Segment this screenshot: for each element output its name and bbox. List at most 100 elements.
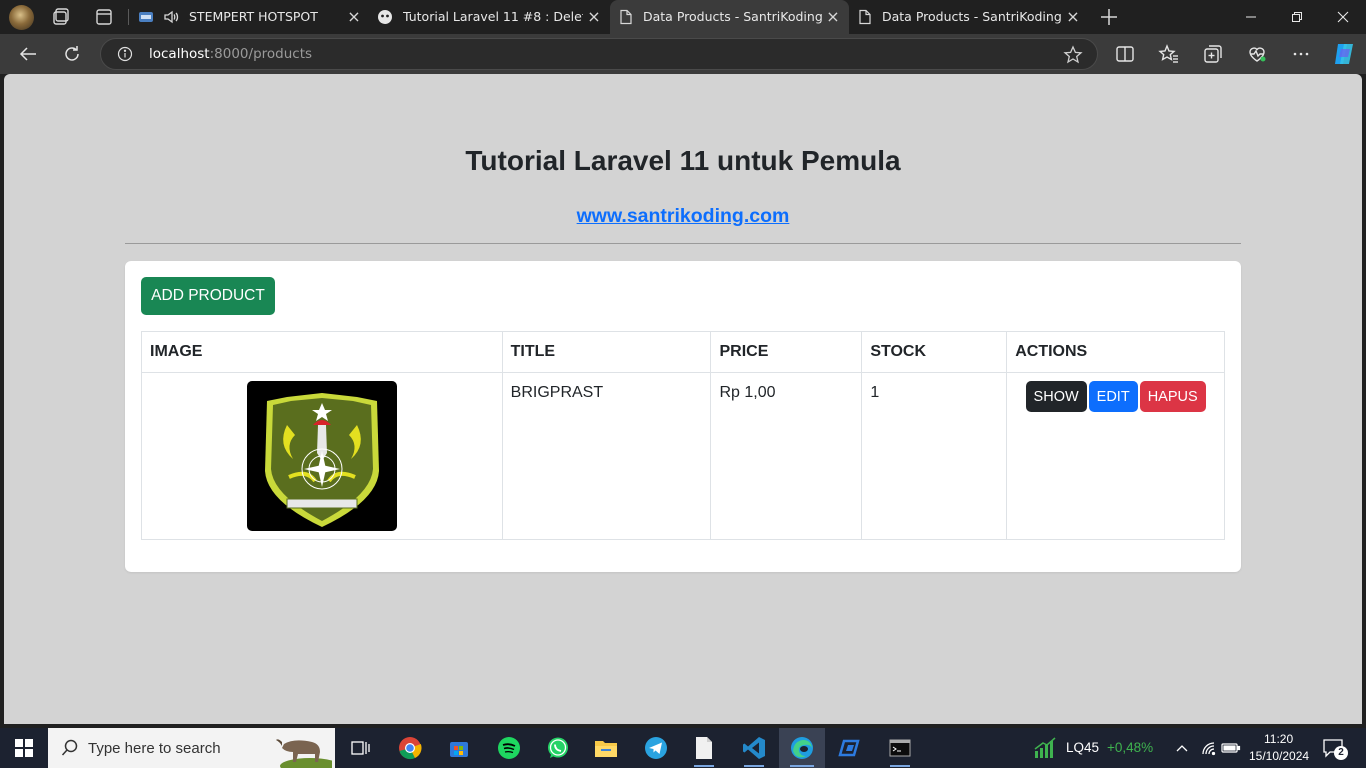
notification-count-badge: 2 [1334,746,1348,760]
taskbar-notepad[interactable] [681,728,727,768]
stock-chart-icon[interactable] [1033,737,1057,759]
back-arrow-icon[interactable] [17,43,39,65]
stock-change[interactable]: +0,48% [1107,740,1153,755]
close-tab-icon[interactable]: × [825,9,841,25]
taskbar-search-box[interactable]: Type here to search [48,728,335,768]
tab-data-products[interactable]: Data Products - SantriKoding.com × [849,0,1089,34]
split-screen-icon[interactable] [1114,43,1136,65]
taskbar-chrome[interactable] [387,728,433,768]
copilot-icon[interactable] [1331,41,1357,67]
page-title: Tutorial Laravel 11 untuk Pemula [465,145,901,176]
task-view-icon [351,741,370,755]
page-favicon-icon [620,9,632,25]
stock-name[interactable]: LQ45 [1066,740,1099,755]
column-header-image: IMAGE [141,331,503,373]
tab-title: Tutorial Laravel 11 #8 : Delete Dat [403,9,583,24]
taskbar-vpn-app[interactable] [828,728,874,768]
tab-title: STEMPERT HOTSPOT [189,9,318,24]
router-favicon-icon [139,12,153,22]
column-header-stock: STOCK [861,331,1008,373]
tab-tutorial-laravel[interactable]: Tutorial Laravel 11 #8 : Delete Dat × [370,0,610,34]
favorite-star-icon[interactable] [1063,45,1083,65]
notification-center-button[interactable]: 2 [1322,738,1348,760]
show-button[interactable]: SHOW [1025,381,1087,412]
chevron-up-icon[interactable] [1175,742,1189,754]
taskbar-terminal[interactable] [877,728,923,768]
search-icon [61,739,78,756]
santrikoding-link[interactable]: www.santrikoding.com [4,205,1362,228]
edit-button[interactable]: EDIT [1088,381,1138,412]
running-indicator [694,765,714,767]
page-favicon-icon [859,9,871,25]
battery-icon[interactable] [1221,741,1241,755]
santrikoding-favicon-icon [378,10,392,24]
refresh-icon[interactable] [61,43,83,65]
close-tab-icon[interactable]: × [346,9,362,25]
wifi-icon[interactable] [1200,740,1216,756]
audio-playing-icon[interactable] [163,9,179,25]
taskbar-whatsapp[interactable] [535,728,581,768]
tab-actions-icon[interactable] [93,6,115,28]
running-indicator [744,765,764,767]
close-tab-icon[interactable]: × [1065,9,1081,25]
chrome-icon [399,737,422,760]
taskbar-vscode[interactable] [731,728,777,768]
tab-separator [128,9,129,25]
column-header-actions: ACTIONS [1006,331,1225,373]
divider [125,243,1241,244]
collections-icon[interactable] [1202,43,1224,65]
taskbar-store[interactable] [436,728,482,768]
tab-data-products-active[interactable]: Data Products - SantriKoding.com × [610,0,849,34]
address-bar[interactable]: localhost:8000/products [100,38,1098,70]
tab-stempert-hotspot[interactable]: STEMPERT HOTSPOT × [130,0,366,34]
page-viewport: Tutorial Laravel 11 untuk Pemula www.san… [4,74,1362,724]
taskbar-edge[interactable] [779,728,825,768]
browser-toolbar: localhost:8000/products [0,34,1366,74]
minimize-button[interactable] [1228,0,1274,34]
start-button[interactable] [0,728,48,768]
close-window-button[interactable] [1320,0,1366,34]
minimize-icon [1246,16,1256,18]
new-tab-icon[interactable] [1098,6,1120,28]
product-image-cell [141,372,503,540]
microsoft-store-icon [450,742,468,757]
running-indicator [790,765,814,767]
profile-avatar[interactable] [9,5,34,30]
edge-icon [791,737,813,759]
close-icon [1337,11,1349,23]
close-tab-icon[interactable]: × [586,9,602,25]
delete-button[interactable]: HAPUS [1139,381,1206,412]
brigprast-emblem-icon [264,393,379,527]
table-row: BRIGPRAST Rp 1,00 1 SHOW EDIT HAPUS [141,372,1225,540]
task-view-button[interactable] [337,728,383,768]
column-header-title: TITLE [501,331,712,373]
more-options-icon[interactable] [1290,43,1312,65]
document-icon [696,737,712,759]
product-title-cell: BRIGPRAST [501,372,712,540]
browser-essentials-icon[interactable] [1246,43,1268,65]
taskbar-file-explorer[interactable] [583,728,629,768]
telegram-icon [645,737,667,759]
taskbar-spotify[interactable] [486,728,532,768]
products-table: IMAGE TITLE PRICE STOCK ACTIONS BRIGPRAS… [141,331,1225,540]
restore-button[interactable] [1274,0,1320,34]
site-info-icon[interactable] [117,46,133,62]
product-image [246,381,397,531]
table-header-row: IMAGE TITLE PRICE STOCK ACTIONS [141,331,1225,373]
wildebeest-illustration-icon [276,739,332,768]
favorites-icon[interactable] [1158,43,1180,65]
vpn-app-icon [838,739,860,757]
workspaces-icon[interactable] [51,6,73,28]
add-product-button[interactable]: ADD PRODUCT [141,277,275,315]
windows-taskbar: Type here to search LQ45 +0,48% 11:20 15… [0,728,1366,768]
windows-logo-icon [15,739,33,757]
restore-icon [1292,12,1302,22]
url-path: :8000/products [209,46,313,62]
spotify-icon [498,737,520,759]
clock-time[interactable]: 11:20 [1264,732,1293,746]
url-text[interactable]: localhost:8000/products [149,46,312,62]
whatsapp-icon [548,737,568,758]
taskbar-telegram[interactable] [633,728,679,768]
clock-date[interactable]: 15/10/2024 [1249,749,1309,763]
browser-tabstrip: STEMPERT HOTSPOT × Tutorial Laravel 11 #… [0,0,1366,34]
